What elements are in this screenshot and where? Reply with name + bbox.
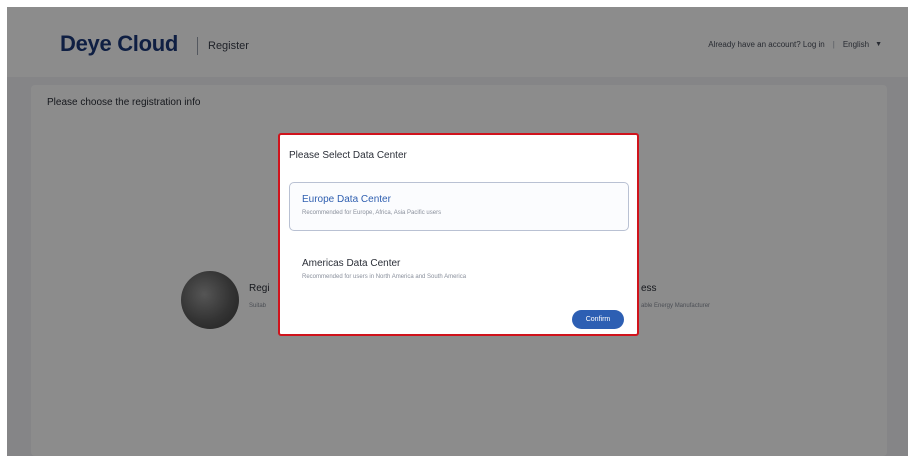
data-center-modal: Please Select Data Center Europe Data Ce… [278, 133, 639, 336]
option-title: Europe Data Center [302, 194, 391, 205]
option-subtitle: Recommended for users in North America a… [302, 274, 467, 280]
option-subtitle: Recommended for Europe, Africa, Asia Pac… [302, 210, 442, 216]
option-title: Americas Data Center [302, 258, 401, 269]
option-americas-data-center[interactable]: Americas Data Center Recommended for use… [289, 246, 629, 295]
confirm-button[interactable]: Confirm [572, 310, 624, 329]
option-europe-data-center[interactable]: Europe Data Center Recommended for Europ… [289, 182, 629, 231]
modal-title: Please Select Data Center [289, 150, 407, 161]
